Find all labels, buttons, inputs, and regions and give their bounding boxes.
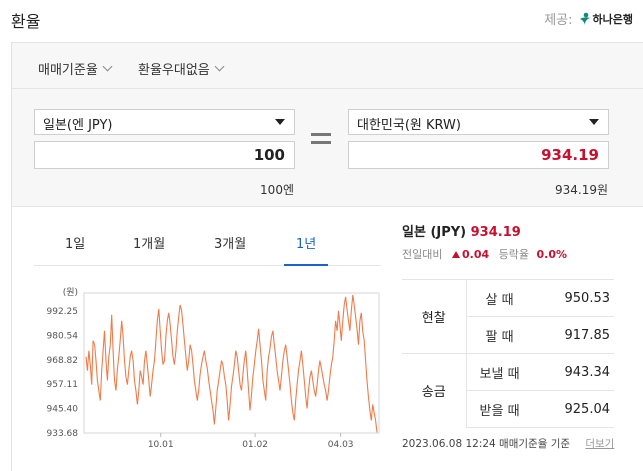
from-currency-select[interactable]: 일본(엔 JPY) [34, 109, 295, 135]
y-tick-label: 933.68 [47, 429, 79, 439]
y-unit-label: (원) [63, 287, 78, 298]
provider-label: 제공: [544, 13, 573, 28]
chart-frame [83, 292, 380, 434]
chevron-down-icon [102, 61, 113, 72]
to-amount-text: 934.19원 [554, 183, 608, 197]
active-tab-indicator [284, 264, 328, 266]
to-currency-label: 대한민국(원 KRW) [357, 118, 461, 133]
rate-summary: 일본 (JPY) 934.19 전일대비 0.04 등락율 0.0% [402, 221, 614, 262]
caret-down-icon [275, 119, 285, 125]
preferential-label: 환율우대없음 [138, 63, 210, 78]
receive-value: 925.04 [532, 390, 614, 428]
tab-1-day[interactable]: 1일 [65, 233, 85, 252]
tab-divider [34, 265, 381, 266]
equals-icon [311, 133, 331, 149]
x-tick-label: 04.03 [328, 440, 354, 450]
cash-group-label: 현찰 [402, 279, 467, 354]
caret-down-icon [589, 119, 599, 125]
provider-name: 하나은행 [592, 12, 633, 26]
up-triangle-icon [451, 251, 460, 258]
change-value: 0.04 [461, 248, 490, 261]
rate-type-label: 매매기준율 [38, 63, 98, 78]
receive-label: 받을 때 [466, 390, 533, 428]
y-tick-label: 945.40 [47, 405, 79, 415]
send-value: 943.34 [532, 353, 614, 391]
y-tick-label: 992.25 [47, 307, 79, 317]
rate-type-dropdown[interactable]: 매매기준율 [38, 59, 113, 78]
from-amount-text: 100엔 [260, 183, 294, 197]
to-amount-input[interactable]: 934.19 [348, 141, 609, 169]
sell-value: 917.85 [532, 316, 614, 354]
hana-logo-icon [579, 12, 590, 25]
pct-value: 0.0% [536, 248, 568, 261]
y-tick-label: 968.82 [47, 356, 79, 366]
to-currency-select[interactable]: 대한민국(원 KRW) [348, 109, 609, 135]
from-amount-input[interactable]: 100 [34, 141, 295, 169]
hana-bank-logo[interactable]: 하나은행 [579, 11, 633, 27]
y-tick-label: 980.54 [47, 331, 79, 341]
current-rate: 934.19 [470, 225, 521, 240]
period-tabs: 1일 1개월 3개월 1년 [34, 233, 334, 265]
chevron-down-icon [214, 61, 225, 72]
tab-1-month[interactable]: 1개월 [133, 233, 165, 252]
send-label: 보낼 때 [466, 353, 533, 391]
buy-value: 950.53 [532, 279, 614, 317]
pair-line: 일본 (JPY) 934.19 [402, 221, 614, 240]
page-title: 환율 [11, 12, 41, 31]
table-row: 현찰 살 때 950.53 [402, 279, 614, 354]
change-line: 전일대비 0.04 등락율 0.0% [402, 246, 614, 262]
rates-table: 현찰 살 때 950.53 팔 때 917.85 송금 보낼 때 943.34 … [402, 279, 614, 428]
provider: 제공: 하나은행 [544, 9, 633, 28]
pct-label: 등락율 [498, 248, 529, 261]
rate-chart: (원) 992.25 980.54 968.82 957.11 945.40 933.68 1… [47, 287, 380, 450]
from-currency-label: 일본(엔 JPY) [43, 118, 113, 133]
converter: 일본(엔 JPY) 100 100엔 대한민국(원 KRW) 934.19 93… [12, 89, 643, 207]
buy-label: 살 때 [466, 279, 533, 317]
remit-group-label: 송금 [402, 353, 467, 428]
x-tick-label: 10.01 [148, 440, 174, 450]
tab-1-year[interactable]: 1년 [296, 233, 316, 252]
exchange-panel: 매매기준율 환율우대없음 일본(엔 JPY) 100 100엔 대한민국(원 K… [11, 42, 643, 471]
sell-label: 팔 때 [466, 316, 533, 354]
more-link[interactable]: 더보기 [585, 438, 614, 450]
footer: 2023.06.08 12:24 매매기준율 기준 더보기 [402, 436, 614, 451]
tab-3-month[interactable]: 3개월 [214, 233, 246, 252]
x-tick-label: 01.02 [242, 440, 268, 450]
timestamp: 2023.06.08 12:24 매매기준율 기준 [402, 438, 571, 450]
y-tick-label: 957.11 [47, 380, 79, 390]
change-label: 전일대비 [402, 248, 443, 261]
preferential-dropdown[interactable]: 환율우대없음 [138, 59, 225, 78]
table-row: 송금 보낼 때 943.34 [402, 353, 614, 428]
pair-name: 일본 (JPY) [402, 225, 467, 240]
option-row: 매매기준율 환율우대없음 [12, 43, 643, 89]
